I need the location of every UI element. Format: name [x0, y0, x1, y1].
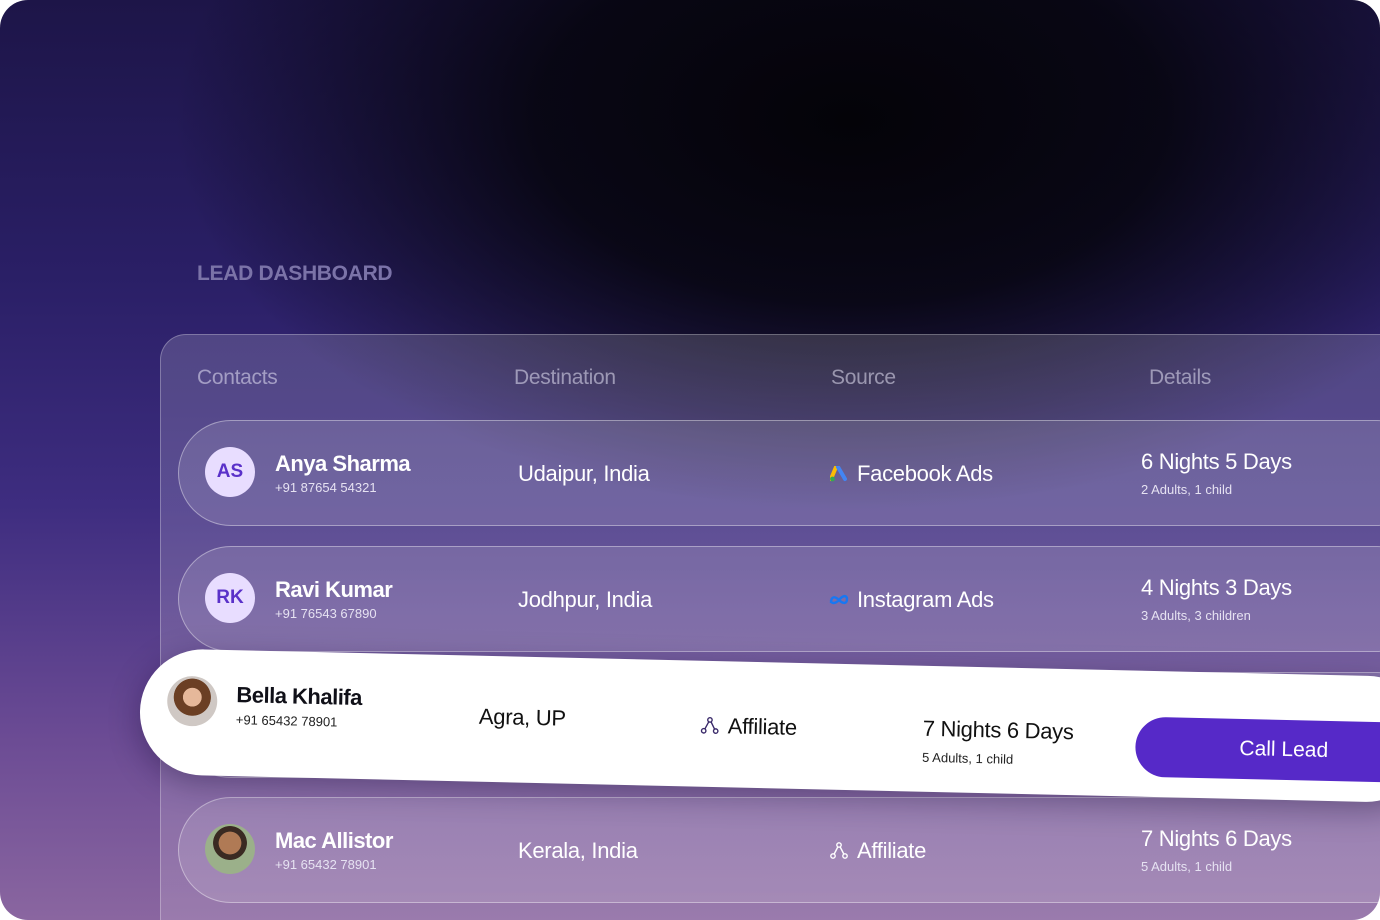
trip-duration: 7 Nights 6 Days [922, 715, 1074, 745]
lead-source-label: Affiliate [857, 838, 927, 863]
trip-guests: 5 Adults, 1 child [1141, 859, 1233, 874]
contact-name: Ravi Kumar [275, 577, 393, 602]
contact-phone: +91 87654 54321 [275, 480, 377, 495]
page-title: LEAD DASHBOARD [197, 262, 393, 285]
lead-source: Facebook Ads [829, 461, 993, 487]
lead-source-label: Instagram Ads [857, 587, 994, 612]
lead-source: Instagram Ads [829, 587, 994, 613]
avatar: RK [205, 573, 255, 623]
column-header-contacts[interactable]: Contacts [197, 366, 278, 390]
avatar [166, 675, 218, 727]
lead-row[interactable]: Mac Allistor +91 65432 78901 Kerala, Ind… [178, 797, 1380, 903]
affiliate-network-icon [829, 841, 849, 861]
trip-guests: 2 Adults, 1 child [1141, 482, 1233, 497]
trip-guests: 5 Adults, 1 child [921, 749, 1014, 767]
column-header-source[interactable]: Source [831, 366, 896, 390]
lead-source-label: Facebook Ads [857, 461, 993, 486]
avatar [205, 824, 255, 874]
affiliate-network-icon [700, 716, 720, 736]
destination: Agra, UP [478, 703, 567, 731]
trip-duration: 7 Nights 6 Days [1141, 826, 1292, 851]
contact-name: Mac Allistor [275, 828, 393, 853]
contact-phone: +91 65432 78901 [235, 712, 338, 730]
lead-row[interactable]: AS Anya Sharma +91 87654 54321 Udaipur, … [178, 420, 1380, 526]
destination: Kerala, India [518, 838, 638, 863]
call-lead-button[interactable]: Call Lead [1134, 716, 1380, 784]
destination: Udaipur, India [518, 461, 650, 486]
column-header-destination[interactable]: Destination [514, 366, 616, 390]
column-header-details[interactable]: Details [1149, 366, 1211, 390]
trip-guests: 3 Adults, 3 children [1141, 608, 1251, 623]
google-ads-icon [829, 464, 849, 484]
trip-duration: 6 Nights 5 Days [1141, 449, 1292, 474]
contact-name: Bella Khalifa [236, 682, 363, 711]
lead-dashboard-frame: LEAD DASHBOARD Contacts Destination Sour… [0, 0, 1380, 920]
meta-icon [829, 590, 849, 610]
contact-phone: +91 76543 67890 [275, 606, 377, 621]
destination: Jodhpur, India [518, 587, 653, 612]
contact-phone: +91 65432 78901 [275, 857, 377, 872]
lead-source: Affiliate [700, 713, 798, 741]
avatar: AS [205, 447, 255, 497]
contact-name: Anya Sharma [275, 451, 411, 476]
lead-source: Affiliate [829, 838, 926, 864]
lead-row[interactable]: RK Ravi Kumar +91 76543 67890 Jodhpur, I… [178, 546, 1380, 652]
trip-duration: 4 Nights 3 Days [1141, 575, 1292, 600]
lead-source-label: Affiliate [727, 713, 798, 740]
